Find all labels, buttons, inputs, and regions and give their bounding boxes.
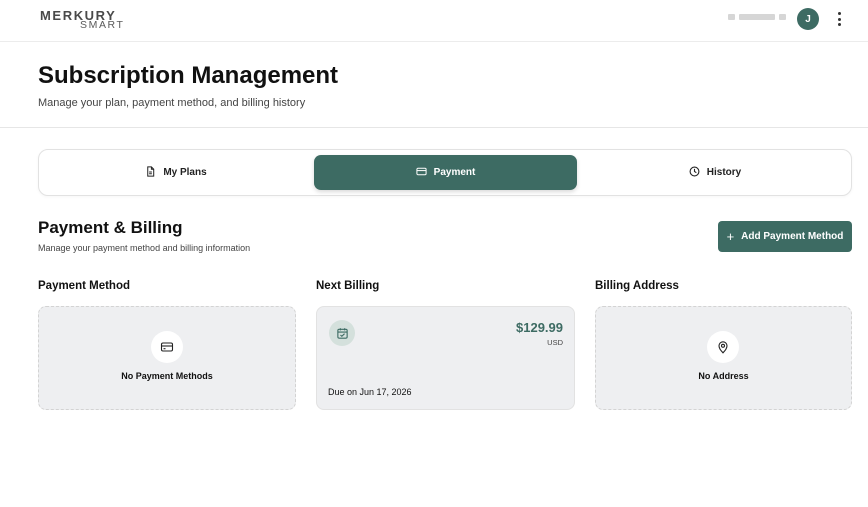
- next-billing-card: $129.99 USD Due on Jun 17, 2026: [316, 306, 575, 410]
- billing-amount: $129.99: [516, 320, 563, 335]
- payment-method-card[interactable]: No Payment Methods: [38, 306, 296, 410]
- empty-state-text: No Payment Methods: [121, 371, 213, 381]
- empty-state-text: No Address: [698, 371, 749, 381]
- merkury-smart-logo[interactable]: MERKURY SMART: [40, 9, 130, 31]
- divider: [0, 127, 868, 128]
- tab-label: My Plans: [163, 167, 207, 178]
- billing-currency: USD: [547, 338, 563, 347]
- tab-my-plans[interactable]: My Plans: [45, 155, 307, 190]
- more-options-icon[interactable]: [833, 11, 845, 27]
- billing-due-date: Due on Jun 17, 2026: [328, 387, 412, 397]
- clock-icon: [689, 166, 700, 180]
- redacted-user-name: [728, 14, 786, 20]
- add-button-label: Add Payment Method: [741, 231, 844, 242]
- avatar[interactable]: J: [797, 8, 819, 30]
- page-subtitle: Manage your plan, payment method, and bi…: [38, 97, 306, 109]
- tab-label: Payment: [433, 167, 476, 178]
- payment-method-label: Payment Method: [38, 280, 131, 292]
- map-pin-icon: [707, 331, 739, 363]
- section-title: Payment & Billing: [38, 218, 183, 237]
- add-payment-method-button[interactable]: + Add Payment Method: [718, 221, 852, 252]
- logo-subword: SMART: [80, 19, 125, 31]
- page-title: Subscription Management: [38, 62, 339, 89]
- tab-history[interactable]: History: [584, 155, 846, 190]
- tab-payment[interactable]: Payment: [314, 155, 577, 190]
- next-billing-label: Next Billing: [316, 280, 380, 292]
- calendar-check-icon: [329, 320, 355, 346]
- tab-label: History: [706, 167, 742, 178]
- billing-address-card[interactable]: No Address: [595, 306, 852, 410]
- billing-address-label: Billing Address: [595, 280, 679, 292]
- top-bar: MERKURY SMART J: [0, 0, 868, 42]
- document-icon: [145, 165, 156, 180]
- plus-icon: +: [726, 228, 735, 244]
- section-subtitle: Manage your payment method and billing i…: [38, 243, 251, 253]
- credit-card-icon: [416, 166, 427, 180]
- tab-bar: My Plans Payment History: [38, 149, 852, 196]
- credit-card-icon: [151, 331, 183, 363]
